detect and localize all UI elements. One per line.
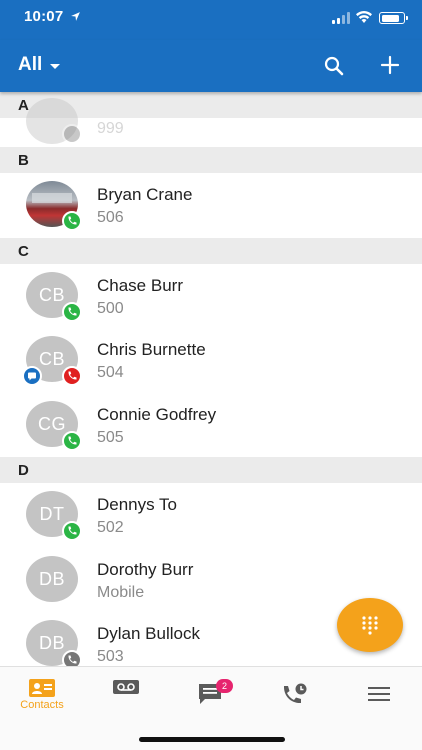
section-header-c: C (0, 237, 422, 264)
nav-call-history[interactable] (252, 667, 336, 717)
home-indicator (139, 737, 285, 742)
contact-name: Dorothy Burr (97, 559, 194, 579)
voicemail-icon (113, 680, 139, 694)
contact-number: 999 (97, 120, 124, 137)
phone-icon (62, 650, 82, 666)
call-history-icon (283, 683, 307, 704)
wifi-icon (356, 11, 372, 23)
phone-icon (62, 430, 82, 451)
contact-number: 503 (97, 648, 124, 665)
contact-name: Dylan Bullock (97, 624, 200, 643)
contacts-icon (29, 679, 55, 697)
battery-icon (379, 12, 408, 24)
contact-row-connie-godfrey[interactable]: CG Connie Godfrey 505 (0, 392, 422, 457)
contact-row-dennys-to[interactable]: DT Dennys To 502 (0, 483, 422, 548)
contact-row-chase-burr[interactable]: CB Chase Burr 500 (0, 263, 422, 328)
avatar: DB (26, 555, 78, 602)
status-bar: 10:07 (0, 0, 422, 40)
dialpad-button[interactable] (337, 598, 403, 652)
contact-row-bryan-crane[interactable]: Bryan Crane 506 (0, 173, 422, 238)
contact-row-chris-burnette[interactable]: CB Chris Burnette 504 (0, 328, 422, 393)
filter-label: All (18, 54, 43, 75)
phone-icon (62, 521, 82, 541)
section-header-b: B (0, 147, 422, 173)
status-time: 10:07 (24, 8, 64, 25)
phone-icon (62, 124, 82, 144)
contact-name: Chase Burr (97, 275, 183, 295)
contact-number: 502 (97, 519, 124, 536)
contact-row-partial[interactable]: 999 (0, 98, 422, 147)
contact-filter-dropdown[interactable]: All (18, 54, 61, 76)
app-bar: All (0, 40, 422, 92)
phone-icon (62, 301, 82, 322)
section-header-d: D (0, 457, 422, 483)
phone-icon (62, 366, 82, 386)
contact-name: Bryan Crane (97, 185, 193, 204)
contact-number: 500 (97, 299, 124, 317)
contact-number: 506 (97, 209, 124, 226)
location-arrow-icon (71, 12, 80, 21)
nav-messages[interactable] (168, 667, 252, 717)
contact-name: Chris Burnette (97, 340, 206, 359)
chevron-down-icon (50, 64, 61, 69)
chat-icon (22, 366, 42, 386)
nav-contacts-label: Contacts (20, 699, 64, 711)
nav-contacts[interactable]: Contacts (0, 667, 84, 717)
contact-name: Dennys To (97, 495, 178, 514)
search-icon[interactable] (322, 54, 346, 78)
menu-icon (368, 687, 390, 701)
contact-number: 505 (97, 428, 124, 446)
dialpad-icon (362, 616, 378, 635)
cellular-signal-icon (332, 12, 350, 24)
contact-name: Connie Godfrey (97, 404, 217, 424)
phone-icon (62, 211, 82, 231)
nav-voicemail[interactable] (84, 667, 168, 717)
contact-number: 504 (97, 364, 124, 381)
contact-number: Mobile (97, 583, 145, 601)
contact-list[interactable]: A 999 B Bryan Crane 506 C CB Chase Burr … (0, 92, 422, 666)
battery-level (381, 14, 399, 22)
add-contact-icon[interactable] (378, 53, 402, 77)
unread-messages-badge: 2 (216, 679, 233, 693)
nav-menu[interactable] (336, 667, 420, 717)
